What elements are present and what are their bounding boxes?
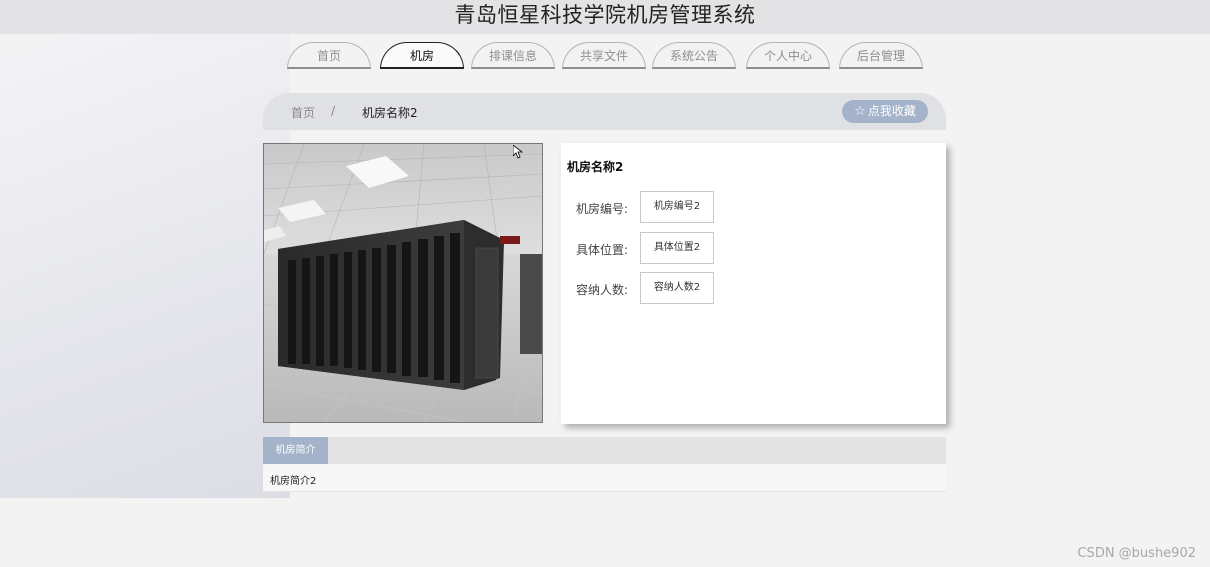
computer-room-photo <box>263 143 543 423</box>
breadcrumb-current: 机房名称2 <box>362 106 418 120</box>
favorite-label: 点我收藏 <box>867 104 916 118</box>
detail-title: 机房名称2 <box>567 160 624 174</box>
nav-tab-computer-room[interactable]: 机房 <box>380 42 464 69</box>
watermark: CSDN @bushe902 <box>1077 546 1196 561</box>
intro-content: 机房简介2 <box>263 464 946 492</box>
nav-tab-admin[interactable]: 后台管理 <box>839 42 923 69</box>
intro-tabbar: 机房简介 <box>263 437 946 464</box>
intro-text: 机房简介2 <box>270 476 317 487</box>
detail-card: 机房名称2 机房编号: 机房编号2 具体位置: 具体位置2 容纳人数: 容纳人数… <box>561 143 946 424</box>
location-label: 具体位置: <box>576 243 629 257</box>
tab-room-intro[interactable]: 机房简介 <box>263 437 328 464</box>
breadcrumb-home[interactable]: 首页 <box>291 104 315 121</box>
star-icon: ☆ <box>854 104 866 119</box>
background-gradient <box>0 0 290 500</box>
nav-tab-shared-files[interactable]: 共享文件 <box>562 42 646 69</box>
breadcrumb: 首页 / 机房名称2 ☆ 点我收藏 <box>263 93 946 130</box>
room-number-value: 机房编号2 <box>640 191 714 223</box>
mouse-cursor-icon <box>513 145 523 159</box>
capacity-label: 容纳人数: <box>576 283 629 297</box>
page: 青岛恒星科技学院机房管理系统 首页 机房 排课信息 共享文件 系统公告 个人中心… <box>0 0 1210 567</box>
favorite-button[interactable]: ☆ 点我收藏 <box>842 100 928 123</box>
main-nav: 首页 机房 排课信息 共享文件 系统公告 个人中心 后台管理 <box>287 42 927 72</box>
breadcrumb-separator: / <box>331 104 336 118</box>
site-title: 青岛恒星科技学院机房管理系统 <box>454 3 756 27</box>
room-number-label: 机房编号: <box>576 202 629 216</box>
nav-tab-schedule[interactable]: 排课信息 <box>471 42 555 69</box>
nav-tab-home[interactable]: 首页 <box>287 42 371 69</box>
background-bottom <box>0 498 1210 567</box>
location-value: 具体位置2 <box>640 232 714 264</box>
nav-tab-personal-center[interactable]: 个人中心 <box>746 42 830 69</box>
nav-tab-announcements[interactable]: 系统公告 <box>652 42 736 69</box>
capacity-value: 容纳人数2 <box>640 272 714 304</box>
title-bar: 青岛恒星科技学院机房管理系统 <box>0 0 1210 34</box>
intro-section: 机房简介 机房简介2 <box>263 437 946 492</box>
